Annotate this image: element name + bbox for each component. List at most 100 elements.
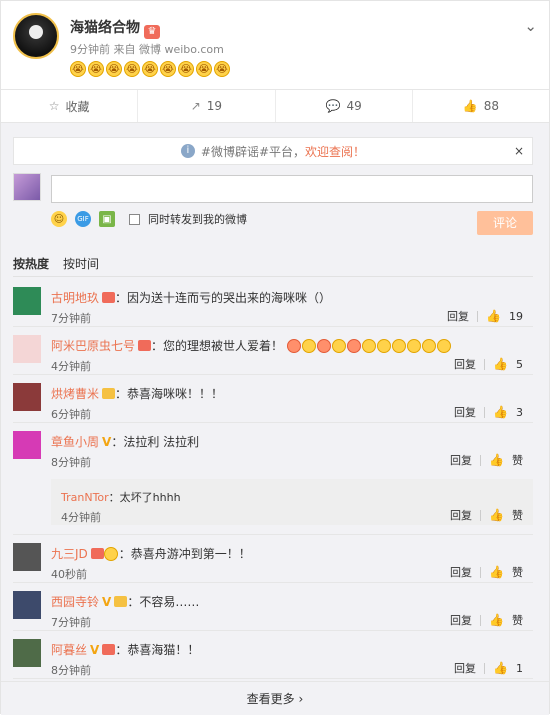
- sub-comment-box: TranNTor：太坏了hhhh 4分钟前 回复 👍 赞: [51, 479, 533, 525]
- comment-like-count: 赞: [512, 614, 523, 627]
- comment-item: 阿米巴原虫七号 ：您的理想被世人爱着！ 4分钟前 回复 👍 5: [13, 327, 533, 375]
- crying-emoji-icon: 😭: [88, 61, 104, 77]
- close-icon[interactable]: ×: [514, 144, 524, 158]
- like-icon[interactable]: 👍: [493, 357, 508, 371]
- sunglasses-emoji-icon: [103, 547, 118, 561]
- divider: [480, 614, 482, 626]
- like-icon[interactable]: 👍: [493, 405, 508, 419]
- reply-button[interactable]: 回复: [450, 612, 472, 628]
- reply-button[interactable]: 回复: [454, 404, 476, 420]
- commenter-name[interactable]: 阿米巴原虫七号: [51, 339, 135, 353]
- sub-comment-like-label: 赞: [512, 509, 523, 522]
- divider: [480, 454, 482, 466]
- reply-button[interactable]: 回复: [454, 356, 476, 372]
- chevron-down-icon[interactable]: ⌄: [524, 17, 537, 35]
- repost-checkbox[interactable]: [129, 213, 140, 225]
- verified-badge-icon: V: [90, 643, 100, 657]
- tab-hot[interactable]: 按热度: [13, 255, 49, 272]
- commenter-avatar[interactable]: [13, 431, 41, 459]
- commenter-name[interactable]: 古明地玖: [51, 291, 99, 305]
- verified-badge-icon: V: [102, 435, 112, 449]
- comment-text: ：恭喜海咪咪！！！: [115, 387, 224, 401]
- commenter-name[interactable]: 烘烤曹米: [51, 387, 99, 401]
- comment-time: 8分钟前: [51, 456, 91, 469]
- comment-list: 古明地玖 ：因为送十连而亏的哭出来的海咪咪（） 7分钟前 回复 👍 19 阿米巴原虫七…: [13, 279, 533, 679]
- repost-count: 19: [206, 99, 223, 113]
- commenter-avatar[interactable]: [13, 287, 41, 315]
- like-icon[interactable]: 👍: [486, 309, 501, 323]
- comment-line: 章鱼小周 V：法拉利 法拉利: [51, 433, 199, 450]
- like-icon[interactable]: 👍: [489, 453, 504, 467]
- reply-button[interactable]: 回复: [450, 507, 472, 523]
- weibo-post-card: 海猫络合物 ♛ 9分钟前 来自 微博 weibo.com 😭 😭 😭 😭 😭 😭 …: [0, 0, 550, 715]
- vip-badge-icon: [102, 388, 116, 399]
- composer-tools: ☺ GIF ▣ 同时转发到我的微博: [51, 211, 247, 227]
- comment-time: 8分钟前: [51, 664, 91, 677]
- vip-badge-icon: [90, 548, 104, 559]
- commenter-avatar[interactable]: [13, 639, 41, 667]
- crying-emoji-icon: 😭: [70, 61, 86, 77]
- commenter-name[interactable]: 西园寺铃: [51, 595, 99, 609]
- like-icon[interactable]: 👍: [493, 661, 508, 675]
- view-more-button[interactable]: 查看更多 ›: [1, 681, 549, 715]
- like-icon[interactable]: 👍: [489, 508, 504, 522]
- emoji-icon: [436, 339, 451, 353]
- repost-button[interactable]: ↗ 19: [138, 90, 276, 122]
- vip-badge-icon: ♛: [144, 25, 160, 39]
- commenter-avatar[interactable]: [13, 335, 41, 363]
- verified-badge-icon: V: [102, 595, 112, 609]
- sort-tabs: 按热度 按时间: [13, 251, 533, 277]
- submit-comment-button[interactable]: 评论: [477, 211, 533, 235]
- sub-commenter-name[interactable]: TranNTor: [61, 491, 109, 504]
- reply-button[interactable]: 回复: [447, 308, 469, 324]
- comment-text: ：法拉利 法拉利: [111, 435, 200, 449]
- comment-button[interactable]: 💬 49: [276, 90, 413, 122]
- comment-actions: 回复 👍 19: [447, 308, 523, 324]
- like-icon[interactable]: 👍: [489, 613, 504, 627]
- comment-like-count: 1: [516, 661, 523, 675]
- favorite-label: 收藏: [65, 99, 90, 114]
- divider: [484, 358, 486, 370]
- comment-item: 阿暮丝 V ：恭喜海猫！！ 8分钟前 回复 👍 1: [13, 631, 533, 679]
- comment-item: 九三JD ：恭喜舟游冲到第一！！ 40秒前 回复 👍 赞: [13, 535, 533, 583]
- comment-input[interactable]: [51, 175, 533, 203]
- author-name[interactable]: 海猫络合物 ♛: [70, 17, 160, 39]
- commenter-avatar[interactable]: [13, 543, 41, 571]
- vip-badge-icon: [114, 596, 128, 607]
- like-button[interactable]: 👍 88: [413, 90, 549, 122]
- comment-like-count: 5: [516, 357, 523, 371]
- comment-actions: 回复 👍 赞: [450, 612, 523, 628]
- comment-item: 西园寺铃 V ：不容易…… 7分钟前 回复 👍 赞: [13, 583, 533, 631]
- author-name-text[interactable]: 海猫络合物: [70, 20, 140, 36]
- post-header: 海猫络合物 ♛ 9分钟前 来自 微博 weibo.com 😭 😭 😭 😭 😭 😭 …: [13, 13, 537, 89]
- comment-composer: ☺ GIF ▣ 同时转发到我的微博 评论: [13, 173, 533, 243]
- crying-emoji-icon: 😭: [124, 61, 140, 77]
- commenter-avatar[interactable]: [13, 591, 41, 619]
- divider: [477, 310, 479, 322]
- commenter-name[interactable]: 章鱼小周: [51, 435, 99, 449]
- commenter-name[interactable]: 九三JD: [51, 547, 88, 561]
- repost-checkbox-label: 同时转发到我的微博: [148, 213, 247, 226]
- reply-button[interactable]: 回复: [450, 564, 472, 580]
- crying-emoji-icon: 😭: [196, 61, 212, 77]
- crying-emoji-icon: 😭: [106, 61, 122, 77]
- comment-icon: 💬: [325, 99, 341, 113]
- reply-button[interactable]: 回复: [450, 452, 472, 468]
- emoji-icon: [376, 339, 391, 353]
- comment-actions: 回复 👍 赞: [450, 452, 523, 468]
- tab-time[interactable]: 按时间: [63, 255, 99, 272]
- author-avatar[interactable]: [13, 13, 59, 59]
- notice-link[interactable]: 欢迎查阅！: [305, 143, 365, 160]
- crying-emoji-icon: 😭: [178, 61, 194, 77]
- divider: [484, 406, 486, 418]
- favorite-button[interactable]: ☆ 收藏: [1, 90, 139, 122]
- comment-time: 40秒前: [51, 568, 87, 581]
- commenter-name[interactable]: 阿暮丝: [51, 643, 87, 657]
- like-icon[interactable]: 👍: [489, 565, 504, 579]
- commenter-avatar[interactable]: [13, 383, 41, 411]
- reply-button[interactable]: 回复: [454, 660, 476, 676]
- emoji-picker-icon[interactable]: ☺: [51, 211, 67, 227]
- comment-item: 章鱼小周 V：法拉利 法拉利 8分钟前 回复 👍 赞 TranNTor：太坏了hhhh…: [13, 423, 533, 535]
- image-upload-icon[interactable]: ▣: [99, 211, 115, 227]
- gif-icon[interactable]: GIF: [75, 211, 91, 227]
